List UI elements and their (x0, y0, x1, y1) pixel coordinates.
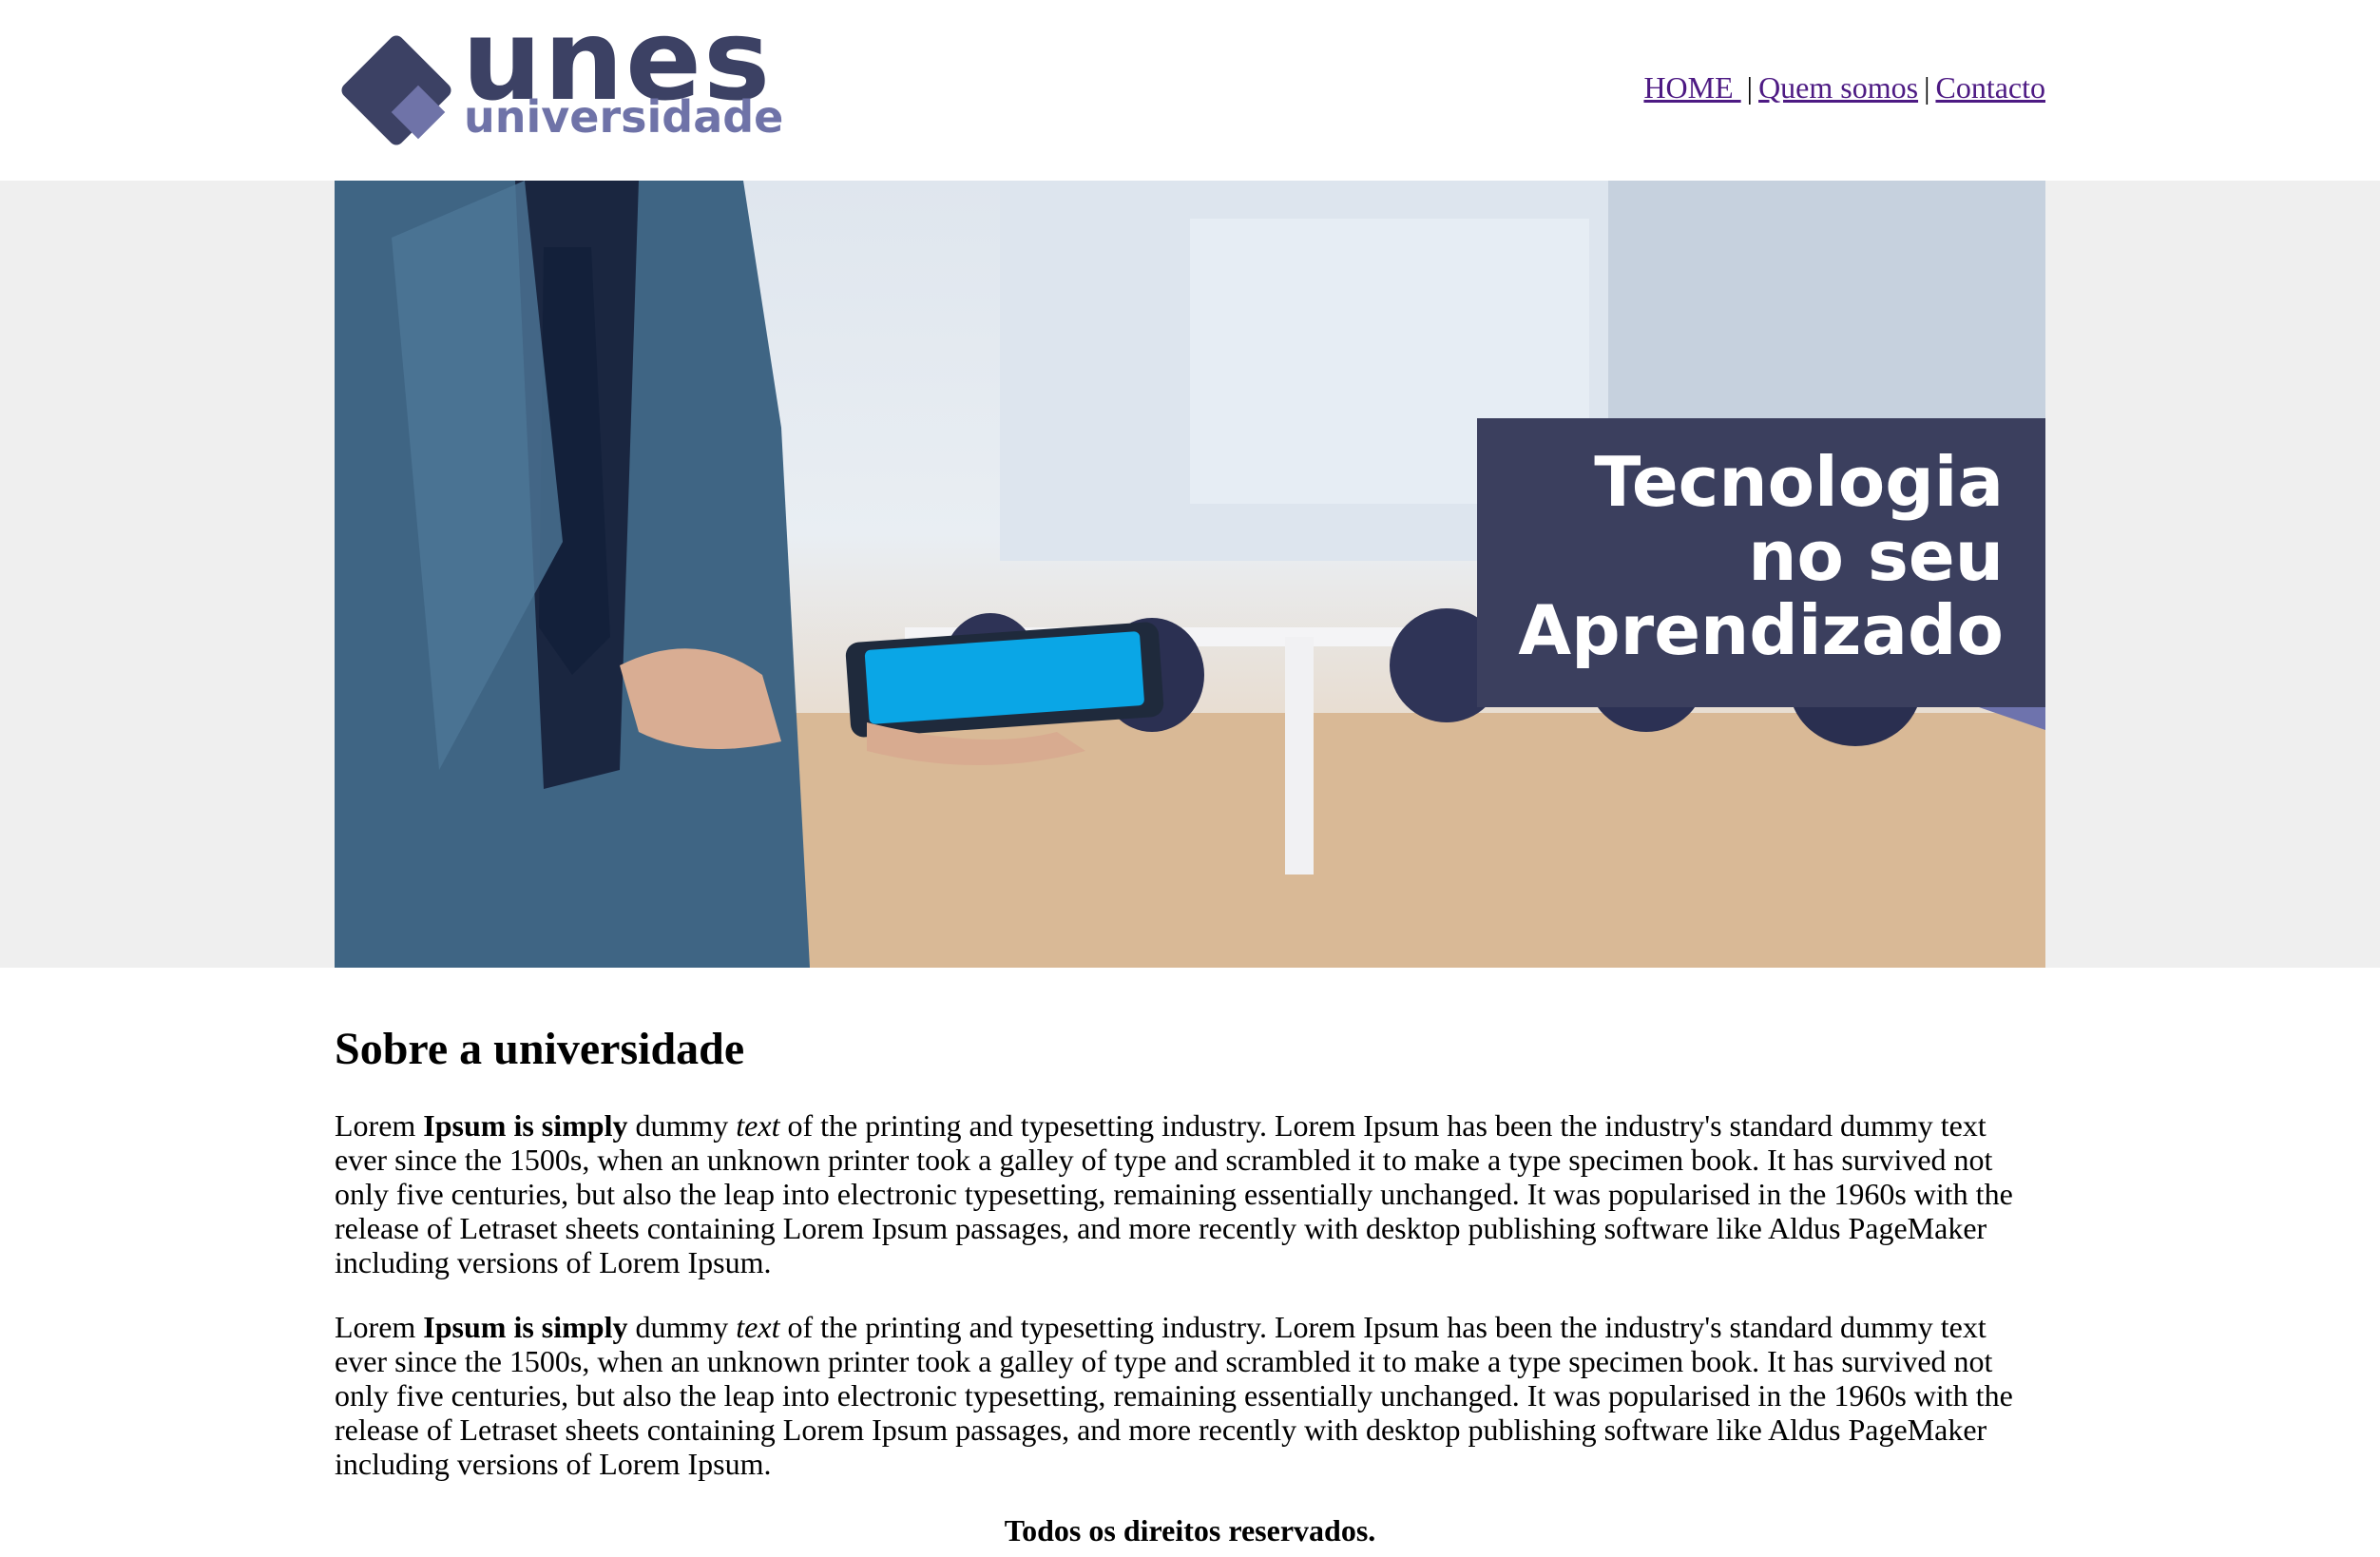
logo-diamond-icon (341, 35, 451, 145)
paragraph-text: dummy (627, 1108, 737, 1143)
banner-headline-line-3: Aprendizado (1518, 590, 2004, 670)
footer-copyright: Todos os direitos reservados. (1004, 1513, 1376, 1547)
nav-link-home[interactable]: HOME (1643, 70, 1740, 105)
nav-link-quem-somos[interactable]: Quem somos (1758, 70, 1918, 105)
paragraph-text: dummy (627, 1310, 737, 1344)
banner-headline-line-1: Tecnologia (1594, 442, 2004, 522)
about-paragraph: Lorem Ipsum is simply dummy text of the … (335, 1310, 2045, 1481)
paragraph-italic-text: text (736, 1108, 780, 1143)
main-nav: HOME | Quem somos | Contacto (1643, 68, 2045, 106)
paragraph-text: Lorem (335, 1310, 424, 1344)
paragraph-bold-text: Ipsum is simply (423, 1310, 628, 1344)
banner-headline-box: Tecnologia no seu Aprendizado (1477, 418, 2045, 707)
nav-link-contacto[interactable]: Contacto (1935, 70, 2045, 105)
nav-separator: | (1924, 70, 1930, 105)
banner-headline-line-2: no seu (1748, 516, 2004, 596)
about-paragraph: Lorem Ipsum is simply dummy text of the … (335, 1108, 2045, 1279)
main-content: Sobre a universidade Lorem Ipsum is simp… (335, 1023, 2045, 1549)
page-title: Sobre a universidade (335, 1024, 745, 1074)
hero-banner: Tecnologia no seu Aprendizado (335, 181, 2045, 968)
site-header: unes universidade HOME | Quem somos | Conta… (335, 0, 2045, 181)
logo-subtitle: universidade (464, 91, 784, 143)
paragraph-text: Lorem (335, 1108, 424, 1143)
paragraph-bold-text: Ipsum is simply (423, 1108, 628, 1143)
unes-logo[interactable]: unes universidade (335, 4, 783, 152)
nav-separator: | (1746, 70, 1754, 105)
banner-band: Tecnologia no seu Aprendizado (0, 181, 2380, 968)
banner-accent (1979, 707, 2045, 730)
paragraph-italic-text: text (736, 1310, 780, 1344)
